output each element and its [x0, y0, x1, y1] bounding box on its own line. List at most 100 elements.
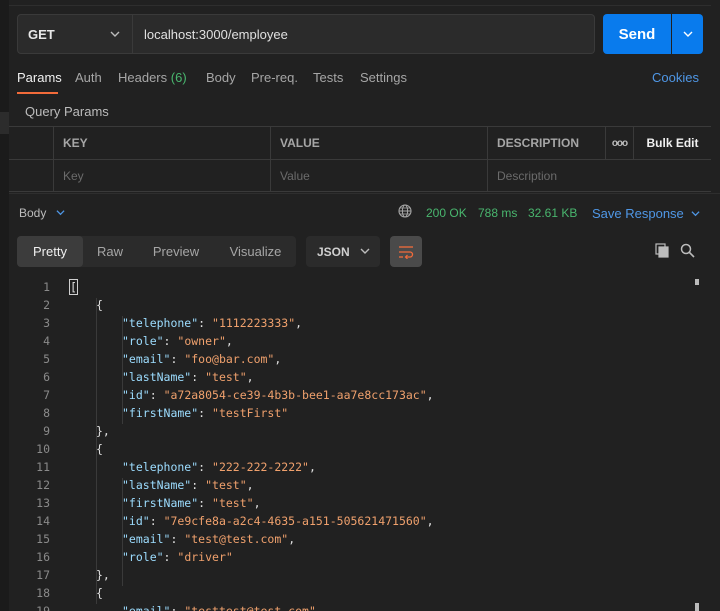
left-sidebar-strip: [0, 0, 9, 611]
line-number: 10: [36, 442, 50, 456]
code-line: 4 "role": "owner",: [9, 332, 699, 350]
json-key: "id": [122, 514, 150, 528]
code-text: {: [96, 298, 103, 312]
format-select[interactable]: JSON: [306, 236, 380, 267]
value-input[interactable]: Value: [270, 160, 487, 192]
json-key: "id": [122, 388, 150, 402]
line-number: 11: [36, 460, 50, 474]
line-number: 15: [36, 532, 50, 546]
more-icon: ooo: [611, 137, 628, 149]
code-line: 17},: [9, 566, 699, 584]
tab-headers[interactable]: Headers (6): [118, 70, 187, 85]
method-select[interactable]: GET: [17, 14, 133, 54]
chevron-down-icon: [683, 31, 692, 37]
more-options-button[interactable]: ooo: [605, 127, 633, 159]
view-preview[interactable]: Preview: [139, 236, 213, 267]
url-input[interactable]: localhost:3000/employee: [133, 14, 595, 54]
json-key: "lastName": [122, 370, 192, 384]
tab-pre-request[interactable]: Pre-req.: [251, 70, 298, 85]
code-line: 11 "telephone": "222-222-2222",: [9, 458, 699, 476]
line-number: 17: [36, 568, 50, 582]
json-key: "email": [122, 604, 171, 611]
scrollbar-thumb[interactable]: [695, 279, 699, 285]
code-line: 12 "lastName": "test",: [9, 476, 699, 494]
json-string: "test": [212, 496, 254, 510]
response-body-editor[interactable]: 1[2{3 "telephone": "1112223333", 4 "role": …: [9, 278, 711, 611]
url-text: localhost:3000/employee: [144, 26, 288, 42]
globe-icon[interactable]: [398, 204, 412, 218]
headers-count-badge: (6): [170, 70, 187, 85]
code-line: 16 "role": "driver": [9, 548, 699, 566]
code-line: 18 {: [9, 584, 699, 602]
line-number: 6: [43, 370, 50, 384]
tab-headers-label: Headers: [118, 70, 168, 85]
header-key: KEY: [53, 127, 270, 159]
code-text: "firstName": "test",: [122, 496, 261, 510]
status-code[interactable]: 200 OK: [426, 206, 467, 220]
code-line: 6 "lastName": "test",: [9, 368, 699, 386]
chevron-down-icon: [110, 31, 120, 37]
line-number: 2: [43, 298, 50, 312]
code-line: 2{: [9, 296, 699, 314]
line-number: 7: [43, 388, 50, 402]
save-response-button[interactable]: Save Response: [592, 206, 700, 221]
response-size[interactable]: 32.61 KB: [528, 206, 577, 220]
json-key: "telephone": [122, 316, 199, 330]
code-text: "lastName": "test",: [122, 370, 254, 384]
response-time[interactable]: 788 ms: [478, 206, 517, 220]
header-value: VALUE: [270, 127, 487, 159]
code-text: "firstName": "testFirst": [122, 406, 289, 420]
view-pretty[interactable]: Pretty: [17, 236, 83, 267]
response-body-dropdown[interactable]: Body: [19, 206, 65, 220]
tab-params[interactable]: Params: [17, 70, 62, 85]
send-options-button[interactable]: [672, 14, 703, 54]
bulk-edit-button[interactable]: Bulk Edit: [633, 127, 711, 159]
response-bar: Body 200 OK 788 ms 32.61 KB Save Respons…: [9, 193, 720, 230]
code-line: 10 {: [9, 440, 699, 458]
code-text: },: [96, 568, 110, 582]
code-text: {: [96, 586, 103, 600]
json-string: "testtest@test.com": [184, 604, 316, 611]
tab-body[interactable]: Body: [206, 70, 236, 85]
key-input[interactable]: Key: [53, 160, 270, 192]
search-icon[interactable]: [680, 243, 695, 258]
code-line: 19 "email": "testtest@test.com",: [9, 602, 699, 611]
query-params-title: Query Params: [25, 104, 109, 119]
active-tab-indicator: [17, 92, 58, 94]
json-string: "testFirst": [212, 406, 289, 420]
json-string: "222-222-2222": [212, 460, 309, 474]
json-string: "1112223333": [212, 316, 296, 330]
code-line: 3 "telephone": "1112223333",: [9, 314, 699, 332]
code-text: "email": "test@test.com",: [122, 532, 296, 546]
line-number: 12: [36, 478, 50, 492]
tab-tests[interactable]: Tests: [313, 70, 343, 85]
copy-icon[interactable]: [655, 243, 670, 258]
json-key: "role": [122, 550, 164, 564]
view-raw[interactable]: Raw: [83, 236, 137, 267]
json-string: "foo@bar.com": [184, 352, 275, 366]
code-line: 7 "id": "a72a8054-ce39-4b3b-bee1-aa7e8cc1…: [9, 386, 699, 404]
wrap-lines-button[interactable]: [390, 236, 422, 267]
json-key: "email": [122, 532, 171, 546]
line-number: 8: [43, 406, 50, 420]
line-number: 19: [36, 604, 50, 611]
tab-settings[interactable]: Settings: [360, 70, 407, 85]
method-label: GET: [28, 26, 55, 42]
tab-auth[interactable]: Auth: [75, 70, 102, 85]
cookies-link[interactable]: Cookies: [652, 70, 699, 85]
description-input[interactable]: Description: [487, 160, 693, 192]
header-check-cell: [9, 127, 53, 159]
code-text: },: [96, 424, 110, 438]
table-header-row: KEY VALUE DESCRIPTION ooo Bulk Edit: [9, 127, 711, 160]
response-body-label: Body: [19, 206, 47, 220]
scrollbar[interactable]: [693, 278, 699, 611]
code-line: 9},: [9, 422, 699, 440]
table-row: Key Value Description: [9, 160, 711, 193]
scrollbar-thumb[interactable]: [695, 603, 699, 611]
json-key: "lastName": [122, 478, 192, 492]
view-visualize[interactable]: Visualize: [215, 236, 296, 267]
code-text: "email": "testtest@test.com",: [122, 604, 323, 611]
code-line: 15 "email": "test@test.com",: [9, 530, 699, 548]
code-line: 5 "email": "foo@bar.com",: [9, 350, 699, 368]
send-button[interactable]: Send: [603, 14, 671, 54]
